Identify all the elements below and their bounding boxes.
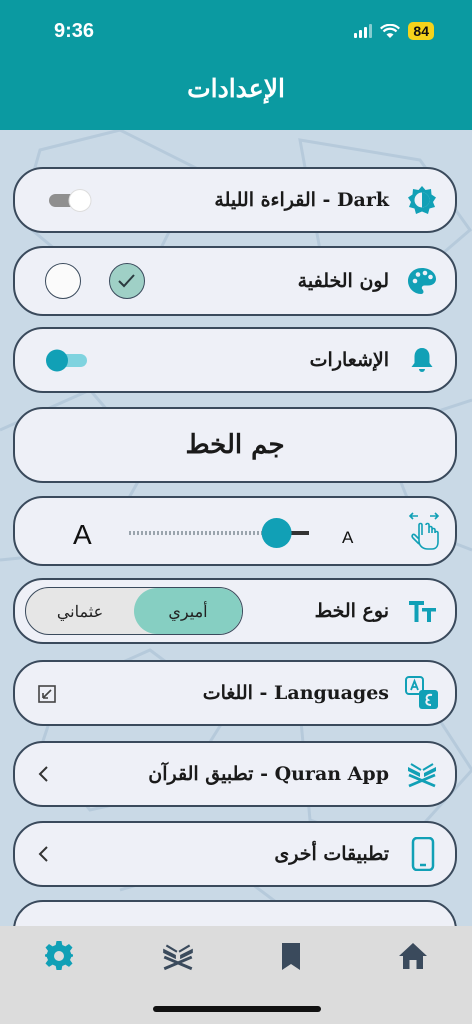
other-apps-row[interactable]: تطبيقات أخرى bbox=[13, 821, 457, 887]
chevron-left-icon bbox=[38, 766, 48, 782]
phone-icon bbox=[411, 837, 435, 871]
open-external-icon[interactable] bbox=[37, 684, 57, 704]
battery-indicator: 84 bbox=[408, 22, 434, 40]
palette-icon bbox=[408, 268, 436, 294]
pinch-zoom-icon bbox=[408, 512, 440, 550]
gear-icon[interactable] bbox=[43, 940, 75, 972]
home-indicator bbox=[153, 1006, 321, 1012]
signal-icon bbox=[354, 24, 373, 38]
slider-thumb[interactable] bbox=[261, 518, 292, 548]
contrast-icon bbox=[408, 186, 436, 214]
mint-background-option[interactable] bbox=[109, 263, 145, 299]
quran-stand-icon[interactable] bbox=[160, 940, 196, 972]
night-mode-toggle[interactable] bbox=[47, 186, 95, 214]
status-icons: 84 bbox=[354, 22, 434, 40]
amiri-option[interactable]: أميري bbox=[134, 588, 242, 634]
status-bar: 9:36 84 bbox=[0, 0, 472, 62]
settings-content[interactable]: القراءة الليلة - Dark لون الخلفية الإشعا… bbox=[0, 130, 472, 926]
bell-icon bbox=[411, 348, 433, 372]
app-header: الإعدادات bbox=[0, 62, 472, 130]
other-apps-label: تطبيقات أخرى bbox=[274, 843, 389, 865]
home-icon[interactable] bbox=[397, 940, 429, 972]
wifi-icon bbox=[380, 23, 401, 38]
font-type-row[interactable]: عثماني أميري نوع الخط bbox=[13, 578, 457, 644]
notifications-toggle[interactable] bbox=[43, 346, 91, 374]
small-font-label: A bbox=[342, 528, 354, 547]
large-font-label: A bbox=[73, 519, 92, 550]
page-title: الإعدادات bbox=[187, 74, 285, 103]
font-size-title: جم الخط bbox=[185, 430, 285, 460]
uthmani-option[interactable]: عثماني bbox=[26, 588, 134, 634]
notifications-label: الإشعارات bbox=[309, 349, 389, 371]
font-type-segmented-control[interactable]: عثماني أميري bbox=[25, 587, 243, 635]
chevron-left-icon bbox=[38, 846, 48, 862]
languages-label: اللغات - Languages bbox=[202, 682, 389, 704]
quran-stand-icon bbox=[408, 763, 436, 788]
font-size-slider[interactable] bbox=[127, 516, 313, 550]
languages-row[interactable]: اللغات - Languages bbox=[13, 660, 457, 726]
check-icon bbox=[118, 274, 135, 288]
status-time: 9:36 bbox=[54, 20, 95, 42]
notifications-row[interactable]: الإشعارات bbox=[13, 327, 457, 393]
white-background-option[interactable] bbox=[45, 263, 81, 299]
background-color-row[interactable]: لون الخلفية bbox=[13, 246, 457, 316]
font-size-row: جم الخط bbox=[13, 407, 457, 483]
quran-app-row[interactable]: تطبيق القرآن - Quran App bbox=[13, 741, 457, 807]
text-size-icon bbox=[409, 601, 436, 622]
quran-app-label: تطبيق القرآن - Quran App bbox=[148, 763, 389, 785]
font-type-label: نوع الخط bbox=[314, 600, 389, 622]
translate-icon bbox=[405, 676, 438, 709]
background-color-label: لون الخلفية bbox=[297, 270, 389, 292]
night-mode-row[interactable]: القراءة الليلة - Dark bbox=[13, 167, 457, 233]
font-size-slider-row[interactable]: A A bbox=[13, 496, 457, 566]
partial-row[interactable] bbox=[13, 900, 457, 926]
night-mode-label: القراءة الليلة - Dark bbox=[214, 189, 389, 211]
bookmark-icon[interactable] bbox=[278, 940, 304, 972]
